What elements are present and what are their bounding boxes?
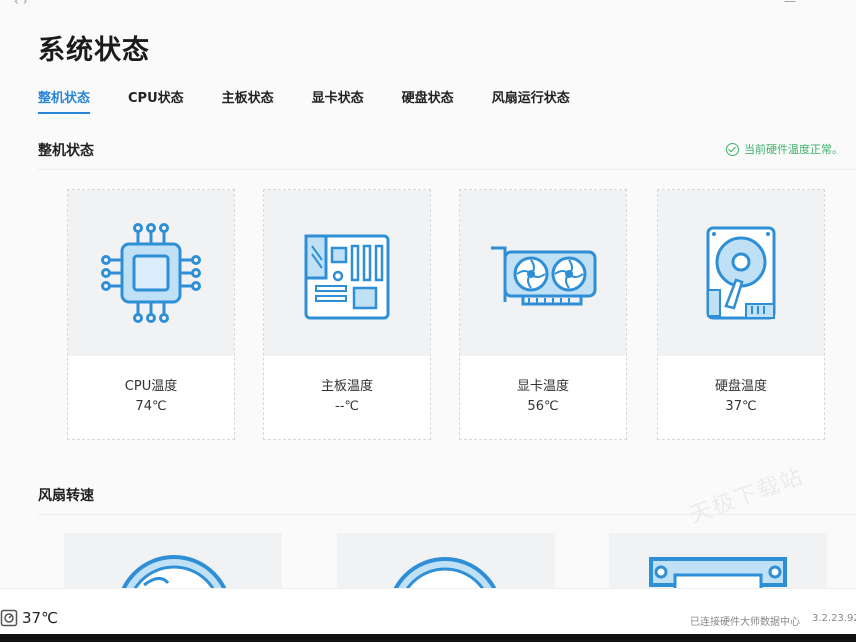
monitor-temperature-icon xyxy=(0,609,18,627)
window-top-edge: ‹ › — xyxy=(0,0,856,8)
motherboard-icon xyxy=(304,234,390,320)
disk-picture xyxy=(658,190,824,356)
tab-motherboard[interactable]: 主板状态 xyxy=(222,87,274,114)
version-label: 3.2.23.92 xyxy=(812,613,856,624)
tab-bar: 整机状态 CPU状态 主板状态 显卡状态 硬盘状态 风扇运行状态 xyxy=(38,87,608,114)
fan-section-title: 风扇转速 xyxy=(38,488,94,504)
gpu-temp-label: 显卡温度 xyxy=(516,379,569,394)
fan-card xyxy=(64,533,282,588)
connection-status: 已连接硬件大师数据中心 xyxy=(690,617,800,628)
disk-temp-label: 硬盘温度 xyxy=(714,379,767,394)
cpu-temp-value: 74℃ xyxy=(135,399,167,414)
tab-disk[interactable]: 硬盘状态 xyxy=(402,87,454,114)
case-fan-icon xyxy=(649,557,787,588)
divider xyxy=(38,169,856,170)
fan-icon xyxy=(393,557,497,588)
motherboard-temp-card: 主板温度 --℃ xyxy=(263,189,431,440)
hardware-status-message: 当前硬件温度正常。 xyxy=(726,141,843,157)
page-title: 系统状态 xyxy=(38,35,150,66)
gpu-picture xyxy=(460,190,626,356)
cpu-chip-icon xyxy=(101,223,201,323)
window-controls-icon[interactable]: — xyxy=(784,0,796,8)
watermark: 天极下载站 xyxy=(686,464,808,529)
current-temperature: 37℃ xyxy=(0,609,58,627)
fan-icon xyxy=(121,555,227,588)
gpu-temp-value: 56℃ xyxy=(527,399,559,414)
cpu-temp-card: CPU温度 74℃ xyxy=(67,189,235,440)
divider xyxy=(38,514,856,515)
cpu-temp-label: CPU温度 xyxy=(124,379,178,394)
fan-card xyxy=(337,533,555,588)
tab-cpu[interactable]: CPU状态 xyxy=(128,87,184,114)
fan-card xyxy=(609,533,827,588)
overview-section-title: 整机状态 xyxy=(38,143,94,159)
hard-drive-icon xyxy=(706,226,776,320)
motherboard-temp-value: --℃ xyxy=(335,399,359,414)
motherboard-picture xyxy=(264,190,430,356)
check-circle-icon xyxy=(726,142,739,156)
taskbar-edge xyxy=(0,634,856,642)
motherboard-temp-label: 主板温度 xyxy=(320,379,373,394)
disk-temp-card: 硬盘温度 37℃ xyxy=(657,189,825,440)
tab-fan[interactable]: 风扇运行状态 xyxy=(492,87,570,114)
tab-overview[interactable]: 整机状态 xyxy=(38,87,91,114)
back-forward-icon[interactable]: ‹ › xyxy=(14,0,27,8)
graphics-card-icon xyxy=(491,246,597,306)
cpu-picture xyxy=(68,190,234,356)
tab-gpu[interactable]: 显卡状态 xyxy=(312,87,364,114)
disk-temp-value: 37℃ xyxy=(725,399,757,414)
main-panel: ‹ › — 系统状态 整机状态 CPU状态 主板状态 显卡状态 硬盘状态 风扇运… xyxy=(0,0,856,588)
hardware-status-text: 当前硬件温度正常。 xyxy=(744,143,843,156)
gpu-temp-card: 显卡温度 56℃ xyxy=(459,189,627,440)
current-temperature-value: 37℃ xyxy=(22,609,58,627)
